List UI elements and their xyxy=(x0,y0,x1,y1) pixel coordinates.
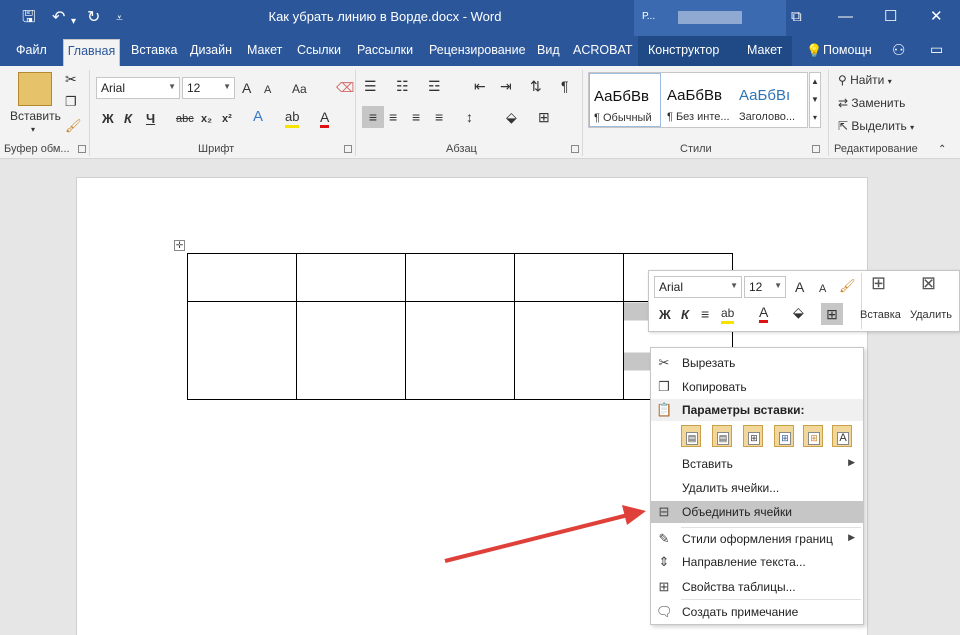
annotation-arrow xyxy=(444,505,646,563)
arrow-head xyxy=(622,505,646,525)
arrow-shaft xyxy=(444,513,629,563)
